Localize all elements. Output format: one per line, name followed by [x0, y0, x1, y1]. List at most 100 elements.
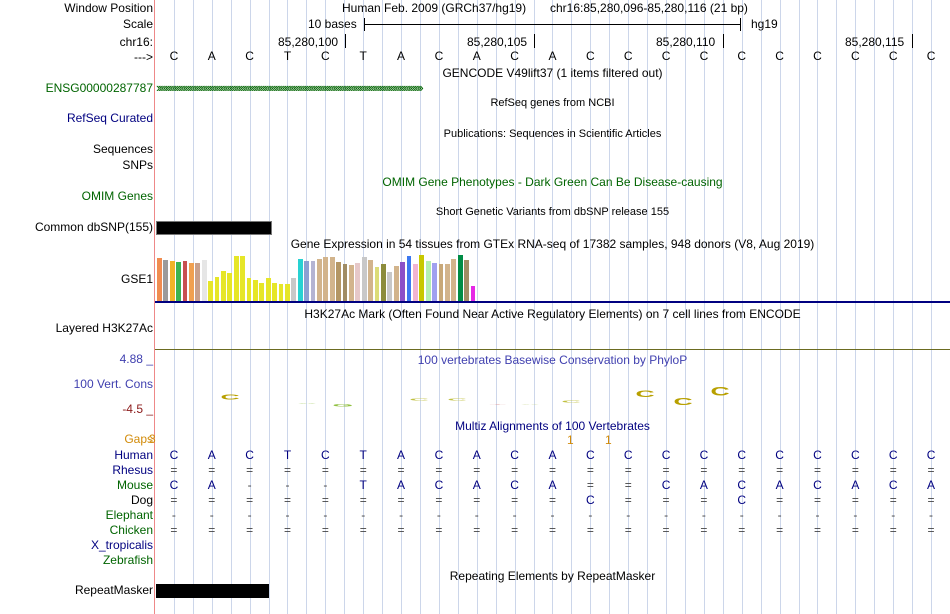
gtex-tissue-bar[interactable]	[323, 257, 329, 301]
gtex-tissue-bar[interactable]	[310, 261, 316, 301]
gtex-tissue-bar[interactable]	[221, 271, 226, 301]
gtex-tissue-bar[interactable]	[438, 264, 444, 301]
gtex-tissue-bar[interactable]	[304, 261, 309, 301]
conservation-max-label: 4.88 _	[119, 352, 153, 366]
gtex-tissue-bar[interactable]	[425, 261, 431, 301]
gtex-tissue-bar[interactable]	[278, 284, 284, 301]
gtex-tissue-bar[interactable]	[413, 264, 418, 301]
gtex-tissue-bar[interactable]	[464, 260, 469, 301]
gtex-expression-chart[interactable]	[156, 253, 536, 301]
snps-track-label[interactable]: SNPs	[122, 158, 153, 172]
species-label: X_tropicalis	[90, 538, 153, 552]
alignment-base: -	[929, 508, 934, 522]
alignment-base: -	[436, 508, 441, 522]
alignment-base: C	[586, 493, 595, 507]
gtex-tissue-bar[interactable]	[387, 272, 393, 301]
gencode-track-label[interactable]: ENSG00000287787	[46, 81, 153, 95]
gtex-tissue-bar[interactable]	[381, 264, 386, 301]
reference-base: A	[472, 49, 481, 63]
alignment-base: =	[321, 523, 329, 537]
gtex-tissue-bar[interactable]	[176, 262, 181, 301]
gtex-tissue-bar[interactable]	[374, 267, 380, 301]
alignment-base: C	[813, 478, 822, 492]
gtex-tissue-bar[interactable]	[291, 278, 297, 301]
conservation-track-title: 100 vertebrates Basewise Conservation by…	[417, 353, 688, 367]
gtex-tissue-bar[interactable]	[457, 255, 463, 301]
gtex-tissue-bar[interactable]	[400, 262, 405, 301]
gtex-tissue-bar[interactable]	[195, 263, 201, 301]
gtex-tissue-bar[interactable]	[214, 277, 220, 301]
gtex-tissue-bar[interactable]	[368, 260, 373, 301]
gtex-tissue-bar[interactable]	[297, 259, 303, 301]
reference-base: C	[321, 49, 330, 63]
alignment-base: =	[246, 463, 254, 477]
alignment-base: =	[548, 493, 556, 507]
gtex-tissue-bar[interactable]	[259, 283, 265, 301]
gtex-tissue-bar[interactable]	[201, 260, 207, 301]
gse-track-label[interactable]: GSE1	[121, 272, 153, 286]
gtex-tissue-bar[interactable]	[317, 259, 322, 301]
alignment-base: C	[434, 448, 444, 462]
alignment-base: =	[738, 523, 746, 537]
gtex-tissue-bar[interactable]	[470, 286, 476, 301]
gtex-tissue-bar[interactable]	[163, 260, 169, 301]
alignment-base: -	[853, 508, 858, 522]
alignment-base: =	[208, 463, 216, 477]
gtex-tissue-bar[interactable]	[355, 263, 361, 301]
strand-arrow-label: --->	[134, 50, 153, 64]
dbsnp-track-label[interactable]: Common dbSNP(155)	[35, 220, 153, 234]
alignment-base: -	[285, 508, 290, 522]
gtex-tissue-bar[interactable]	[336, 262, 341, 301]
gtex-tissue-bar[interactable]	[361, 257, 367, 301]
gtex-tissue-bar[interactable]	[182, 261, 188, 301]
gtex-tissue-bar[interactable]	[445, 264, 450, 301]
repeatmasker-track-label[interactable]: RepeatMasker	[75, 583, 153, 597]
dbsnp-track-title: Short Genetic Variants from dbSNP releas…	[435, 206, 670, 218]
gtex-tissue-bar[interactable]	[240, 256, 245, 301]
omim-track-label[interactable]: OMIM Genes	[82, 189, 153, 203]
alignment-base: C	[245, 448, 254, 462]
alignment-base: C	[321, 448, 330, 462]
gtex-tissue-bar[interactable]	[169, 261, 175, 301]
alignment-base: -	[323, 478, 328, 492]
gtex-tissue-bar[interactable]	[265, 278, 271, 301]
gtex-tissue-bar[interactable]	[329, 257, 335, 301]
gtex-tissue-bar[interactable]	[419, 255, 425, 301]
gtex-tissue-bar[interactable]	[393, 266, 399, 301]
gtex-tissue-bar[interactable]	[227, 273, 233, 301]
h3k27ac-track-label[interactable]: Layered H3K27Ac	[56, 321, 153, 335]
gtex-tissue-bar[interactable]	[253, 280, 258, 301]
gtex-tissue-bar[interactable]	[285, 284, 290, 301]
reference-base: C	[737, 49, 747, 63]
dbsnp-variant-bar[interactable]	[156, 221, 272, 235]
conservation-track-label[interactable]: 100 Vert. Cons	[74, 377, 153, 391]
repeatmasker-track-title: Repeating Elements by RepeatMasker	[449, 569, 656, 583]
reference-base: C	[661, 49, 671, 63]
conservation-logo-letter: C	[447, 398, 467, 401]
gtex-tissue-bar[interactable]	[406, 256, 412, 301]
sequences-track-label[interactable]: Sequences	[93, 142, 153, 156]
gtex-tissue-bar[interactable]	[157, 258, 162, 301]
alignment-base: A	[207, 478, 216, 492]
gtex-tissue-bar[interactable]	[349, 265, 354, 301]
gtex-tissue-bar[interactable]	[451, 259, 457, 301]
conservation-min-label: -4.5 _	[122, 402, 153, 416]
alignment-base: -	[701, 508, 706, 522]
alignment-base: =	[662, 463, 670, 477]
alignment-base: C	[434, 478, 444, 492]
alignment-base: -	[171, 508, 176, 522]
repeat-element-bar[interactable]	[156, 584, 269, 598]
gtex-tissue-bar[interactable]	[208, 281, 213, 301]
reference-base: C	[169, 49, 179, 63]
gtex-tissue-bar[interactable]	[432, 263, 437, 301]
gencode-gene-feature[interactable]: ››››››››››››››››››››››››››››››››››››››››…	[156, 80, 950, 95]
refseq-track-label[interactable]: RefSeq Curated	[67, 111, 153, 125]
alignment-base: =	[776, 463, 784, 477]
gtex-tissue-bar[interactable]	[189, 263, 194, 301]
alignment-base: =	[208, 523, 216, 537]
gtex-tissue-bar[interactable]	[233, 256, 239, 301]
gtex-tissue-bar[interactable]	[342, 264, 348, 301]
gtex-tissue-bar[interactable]	[272, 283, 277, 301]
gtex-tissue-bar[interactable]	[246, 278, 252, 301]
alignment-base: -	[323, 508, 328, 522]
